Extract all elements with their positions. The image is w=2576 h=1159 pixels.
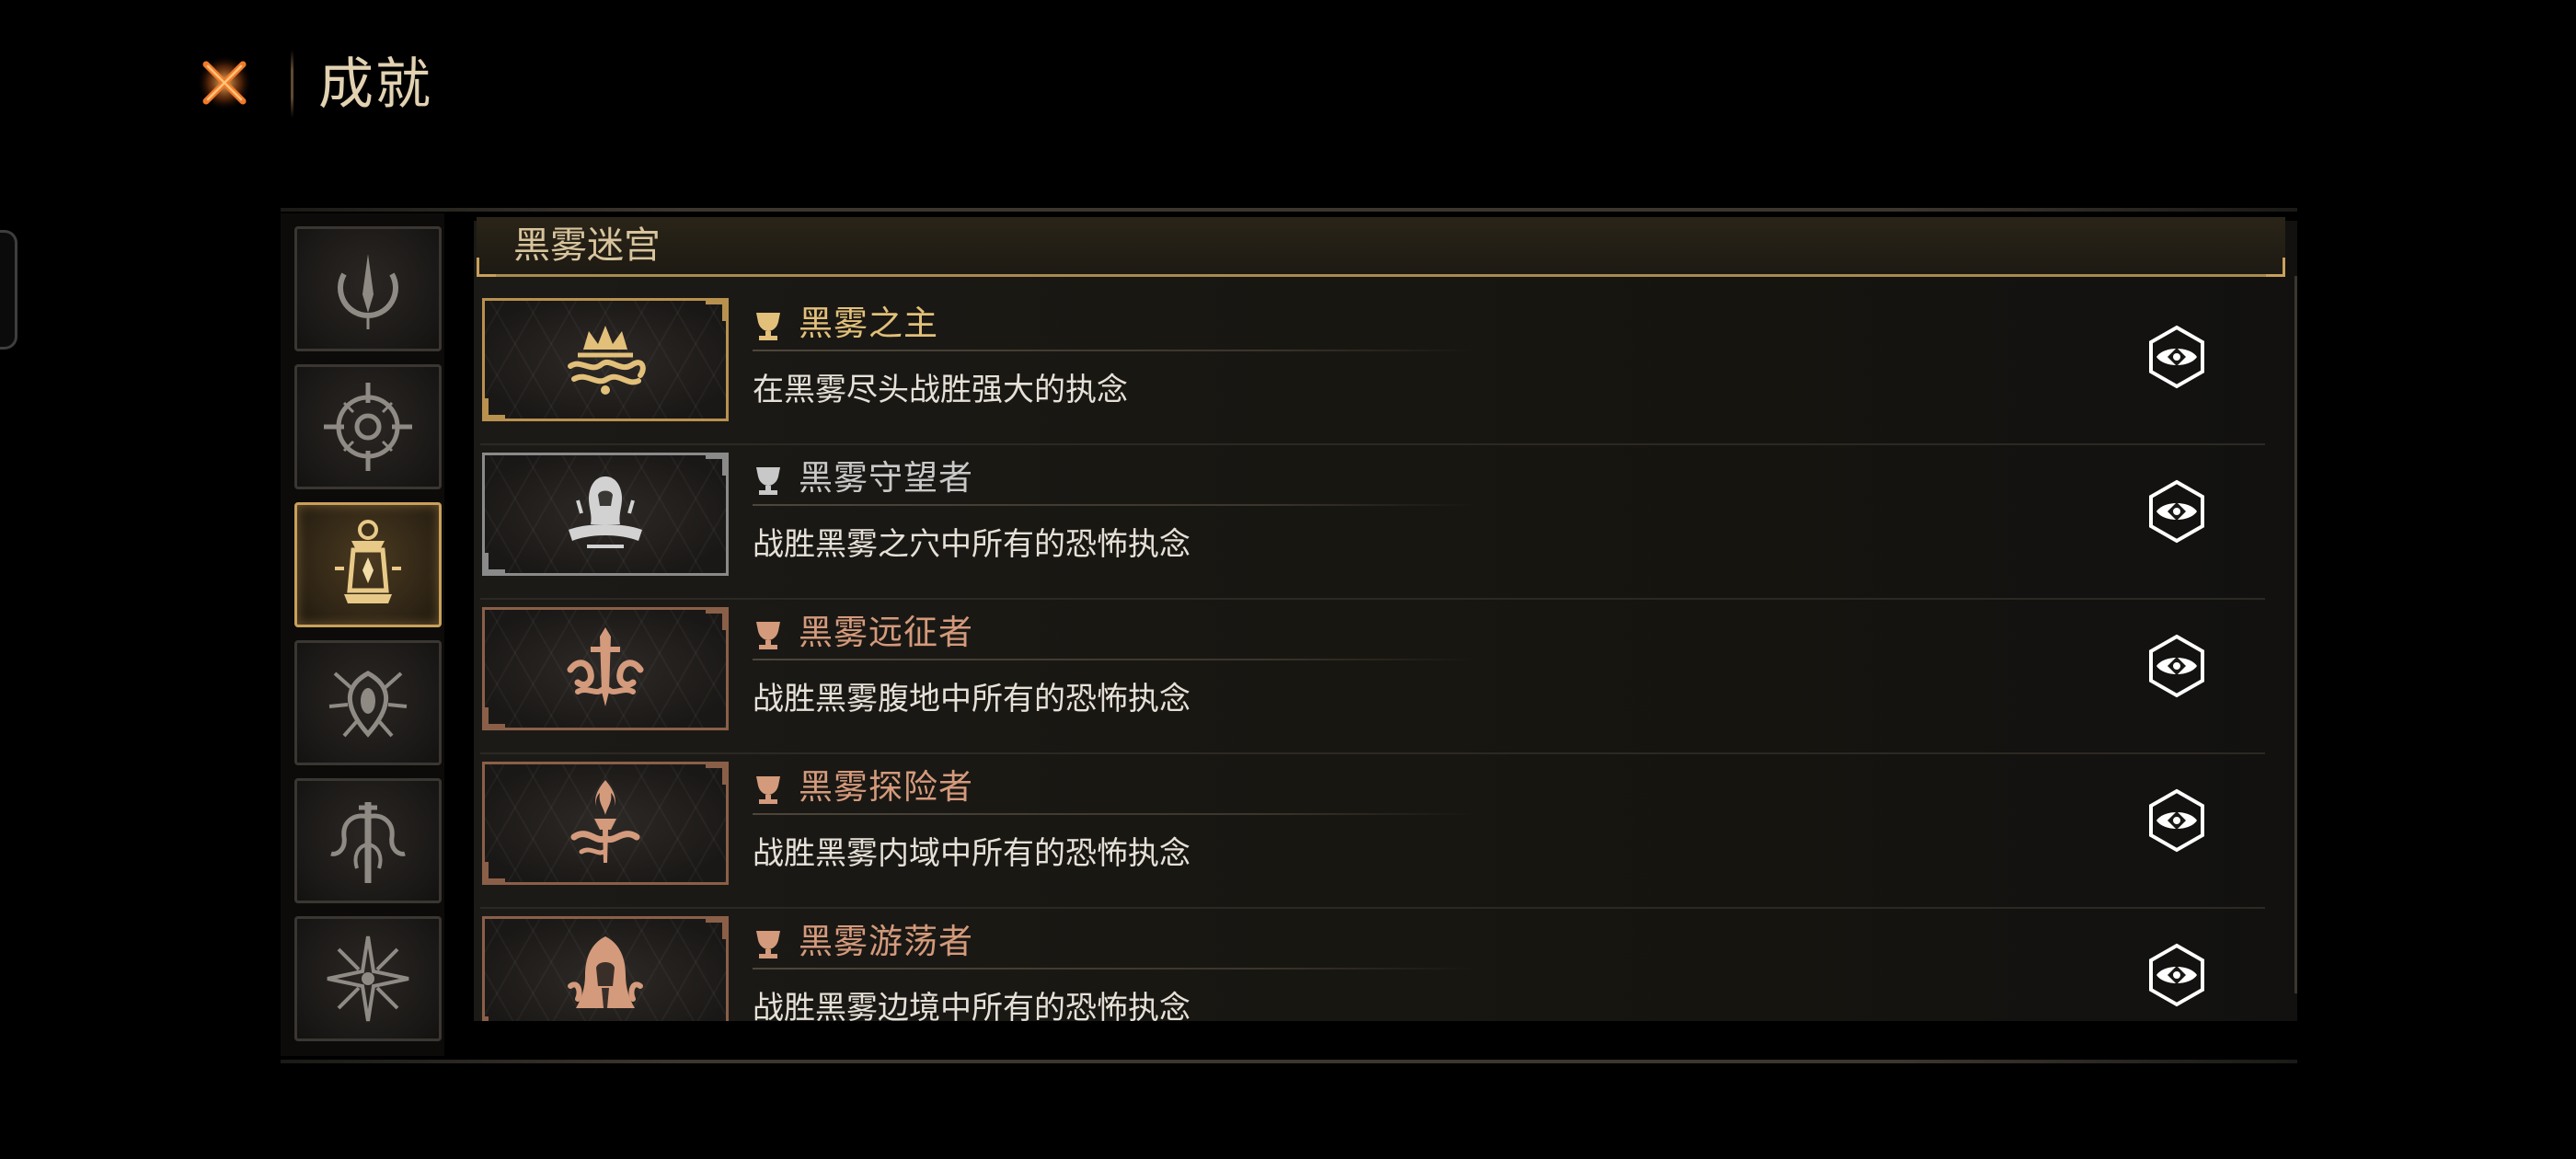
section-header: 黑雾迷宫 — [477, 217, 2285, 277]
achievement-row[interactable]: 黑雾远征者 战胜黑雾腹地中所有的恐怖执念 — [480, 605, 2265, 754]
close-x-icon — [197, 55, 252, 110]
page-title: 成就 — [318, 52, 432, 117]
achievement-row[interactable]: 黑雾守望者 战胜黑雾之穴中所有的恐怖执念 — [480, 451, 2265, 600]
achievement-description: 战胜黑雾腹地中所有的恐怖执念 — [753, 681, 1190, 717]
trophy-icon — [756, 622, 780, 649]
achievement-emblem-button[interactable] — [2144, 942, 2210, 1008]
section-title: 黑雾迷宫 — [513, 224, 661, 267]
spiked-star-icon — [327, 935, 409, 1022]
achievement-row[interactable]: 黑雾探险者 战胜黑雾内域中所有的恐怖执念 — [480, 760, 2265, 909]
achievement-icon-frame — [482, 762, 729, 885]
sigil-eye-icon — [2149, 634, 2204, 698]
name-divider — [753, 350, 1479, 351]
edge-tab[interactable] — [0, 230, 17, 350]
sigil-eye-icon — [2149, 325, 2204, 389]
compass-eye-icon — [324, 383, 412, 471]
frame-top-border — [281, 208, 2297, 212]
achievement-emblem-button[interactable] — [2144, 633, 2210, 699]
achievement-description: 战胜黑雾之穴中所有的恐怖执念 — [753, 526, 1190, 563]
tentacle-totem-icon — [330, 802, 406, 883]
achievements-screen: 成就 黑雾迷宫 黑雾之主 在黑雾尽头战胜强大的执念 黑雾守望者 战胜黑雾之穴中所… — [0, 0, 2576, 1159]
trophy-icon — [756, 313, 780, 340]
category-tab-1[interactable] — [294, 226, 442, 351]
hooded-wanderer-icon — [568, 936, 643, 1008]
trophy-icon — [756, 467, 780, 495]
achievement-description: 在黑雾尽头战胜强大的执念 — [753, 372, 1128, 408]
achievement-row[interactable]: 黑雾游荡者 战胜黑雾边境中所有的恐怖执念 — [480, 914, 2265, 1021]
achievement-name: 黑雾之主 — [799, 304, 938, 343]
achievement-emblem-button[interactable] — [2144, 324, 2210, 390]
achievement-row[interactable]: 黑雾之主 在黑雾尽头战胜强大的执念 — [480, 296, 2265, 445]
achievement-name: 黑雾守望者 — [799, 458, 973, 498]
category-tab-6[interactable] — [294, 916, 442, 1041]
sword-mist-icon — [567, 627, 644, 706]
sigil-eye-icon — [2149, 479, 2204, 544]
name-divider — [753, 504, 1479, 506]
list-scrollbar[interactable] — [2294, 276, 2297, 993]
achievement-name: 黑雾远征者 — [799, 613, 973, 652]
achievement-emblem-button[interactable] — [2144, 787, 2210, 854]
achievement-icon-frame — [482, 453, 729, 576]
name-divider — [753, 813, 1479, 815]
frame-bottom-border — [281, 1060, 2297, 1063]
crown-mist-icon — [568, 326, 646, 395]
name-divider — [753, 968, 1479, 970]
sigil-eye-icon — [2149, 788, 2204, 853]
hooded-watcher-icon — [569, 476, 642, 548]
achievement-emblem-button[interactable] — [2144, 478, 2210, 545]
achievement-description: 战胜黑雾内域中所有的恐怖执念 — [753, 835, 1190, 872]
achievement-name: 黑雾探险者 — [799, 767, 973, 807]
achievement-name: 黑雾游荡者 — [799, 922, 973, 961]
trophy-icon — [756, 776, 780, 804]
achievement-description: 战胜黑雾边境中所有的恐怖执念 — [753, 990, 1190, 1021]
crescent-spire-icon — [338, 254, 398, 329]
category-tab-3[interactable] — [294, 502, 442, 627]
close-button[interactable] — [195, 53, 254, 112]
trophy-icon — [756, 931, 780, 958]
sigil-eye-icon — [2149, 943, 2204, 1007]
category-tab-2[interactable] — [294, 364, 442, 489]
category-tab-4[interactable] — [294, 640, 442, 765]
name-divider — [753, 659, 1479, 660]
achievement-icon-frame — [482, 298, 729, 421]
torch-icon — [570, 780, 640, 863]
category-tab-5[interactable] — [294, 778, 442, 903]
achievement-icon-frame — [482, 916, 729, 1021]
header-divider — [291, 50, 293, 118]
lantern-icon — [335, 520, 401, 603]
thorned-eye-icon — [328, 671, 408, 738]
achievement-icon-frame — [482, 607, 729, 730]
